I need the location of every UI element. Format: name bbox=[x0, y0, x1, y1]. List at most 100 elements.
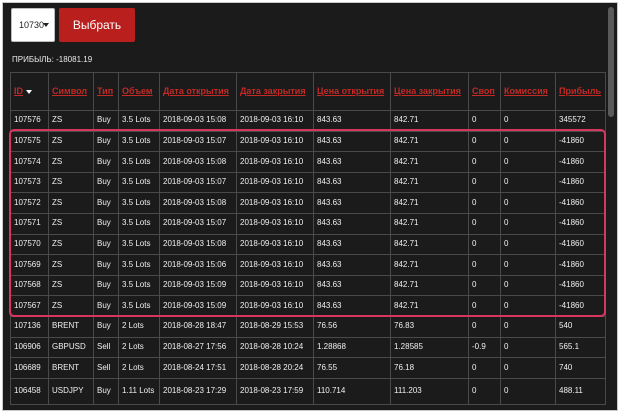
cell-id: 106689 bbox=[10, 357, 49, 379]
cell-id: 107574 bbox=[10, 151, 49, 173]
cell-id: 107568 bbox=[10, 274, 49, 297]
cell-swap: 0 bbox=[468, 130, 501, 153]
cell-profit: -41860 bbox=[555, 192, 606, 214]
cell-commission: 0 bbox=[500, 110, 556, 132]
table-row[interactable]: 107569 ZS Buy 3.5 Lots 2018-09-03 15:06 2018-… bbox=[10, 254, 606, 276]
column-header-swap[interactable]: Своп bbox=[468, 72, 501, 111]
table-row[interactable]: 107567 ZS Buy 3.5 Lots 2018-09-03 15:09 2018-… bbox=[10, 295, 606, 317]
column-header-label: ID bbox=[14, 86, 23, 97]
cell-profit: -41860 bbox=[555, 254, 606, 276]
cell-open-date: 2018-08-24 17:51 bbox=[159, 357, 237, 379]
table-row[interactable]: 106689 BRENT Sell 2 Lots 2018-08-24 17:51 201… bbox=[10, 357, 606, 379]
cell-id: 107567 bbox=[10, 295, 49, 317]
cell-open-price: 843.63 bbox=[313, 233, 391, 256]
table-row[interactable]: 107573 ZS Buy 3.5 Lots 2018-09-03 15:07 2018-… bbox=[10, 171, 606, 194]
table-row[interactable]: 107568 ZS Buy 3.5 Lots 2018-09-03 15:09 2018-… bbox=[10, 274, 606, 297]
table-row[interactable]: 106906 GBPUSD Sell 2 Lots 2018-08-27 17:56 20… bbox=[10, 336, 606, 359]
header-row: ID Символ Тип Объем Дата открытия Дата закрыт… bbox=[10, 72, 606, 111]
table-row[interactable]: 107571 ZS Buy 3.5 Lots 2018-09-03 15:07 2018-… bbox=[10, 212, 606, 235]
cell-commission: 0 bbox=[500, 130, 556, 153]
table-row[interactable]: 107572 ZS Buy 3.5 Lots 2018-09-03 15:08 2018-… bbox=[10, 192, 606, 214]
cell-commission: 0 bbox=[500, 171, 556, 194]
column-header-close-price[interactable]: Цена закрытия bbox=[390, 72, 469, 111]
cell-symbol: ZS bbox=[48, 130, 94, 153]
cell-open-price: 76.55 bbox=[313, 357, 391, 379]
cell-profit: -41860 bbox=[555, 274, 606, 297]
cell-commission: 0 bbox=[500, 151, 556, 173]
cell-close-price: 842.71 bbox=[390, 295, 469, 317]
cell-close-price: 842.71 bbox=[390, 110, 469, 132]
cell-open-date: 2018-08-28 18:47 bbox=[159, 315, 237, 338]
column-header-open-price[interactable]: Цена открытия bbox=[313, 72, 391, 111]
column-header-commission[interactable]: Комиссия bbox=[500, 72, 556, 111]
column-header-label: Дата открытия bbox=[163, 86, 229, 97]
cell-open-price: 843.63 bbox=[313, 151, 391, 173]
column-header-label: Прибыль bbox=[559, 86, 601, 97]
cell-close-date: 2018-09-03 16:10 bbox=[236, 274, 314, 297]
cell-symbol: ZS bbox=[48, 110, 94, 132]
column-header-symbol[interactable]: Символ bbox=[48, 72, 94, 111]
cell-close-date: 2018-08-23 17:59 bbox=[236, 377, 314, 405]
cell-id: 107575 bbox=[10, 130, 49, 153]
table-row[interactable]: 106458 USDJPY Buy 1.11 Lots 2018-08-23 17:29… bbox=[10, 377, 606, 405]
cell-profit: -41860 bbox=[555, 233, 606, 256]
cell-commission: 0 bbox=[500, 377, 556, 405]
column-header-profit[interactable]: Прибыль bbox=[555, 72, 606, 111]
cell-swap: 0 bbox=[468, 254, 501, 276]
cell-close-price: 76.18 bbox=[390, 357, 469, 379]
cell-open-price: 843.63 bbox=[313, 212, 391, 235]
table-row[interactable]: 107575 ZS Buy 3.5 Lots 2018-09-03 15:07 2018-… bbox=[10, 130, 606, 153]
cell-close-date: 2018-09-03 16:10 bbox=[236, 130, 314, 153]
column-header-label: Тип bbox=[97, 86, 114, 97]
cell-volume: 3.5 Lots bbox=[118, 151, 160, 173]
cell-volume: 3.5 Lots bbox=[118, 274, 160, 297]
cell-volume: 3.5 Lots bbox=[118, 212, 160, 235]
cell-swap: 0 bbox=[468, 357, 501, 379]
cell-profit: 345572 bbox=[555, 110, 606, 132]
table-row[interactable]: 107576 ZS Buy 3.5 Lots 2018-09-03 15:08 2018-… bbox=[10, 110, 606, 132]
cell-close-price: 842.71 bbox=[390, 151, 469, 173]
select-button[interactable]: Выбрать bbox=[59, 8, 135, 42]
column-header-type[interactable]: Тип bbox=[93, 72, 119, 111]
table-row[interactable]: 107136 BRENT Buy 2 Lots 2018-08-28 18:47 2018… bbox=[10, 315, 606, 338]
cell-swap: 0 bbox=[468, 274, 501, 297]
cell-id: 107573 bbox=[10, 171, 49, 194]
table-row[interactable]: 107574 ZS Buy 3.5 Lots 2018-09-03 15:08 2018-… bbox=[10, 151, 606, 173]
cell-type: Buy bbox=[93, 315, 119, 338]
column-header-id[interactable]: ID bbox=[10, 72, 49, 111]
cell-id: 107576 bbox=[10, 110, 49, 132]
cell-profit: 740 bbox=[555, 357, 606, 379]
cell-volume: 3.5 Lots bbox=[118, 110, 160, 132]
column-header-volume[interactable]: Объем bbox=[118, 72, 160, 111]
cell-type: Buy bbox=[93, 274, 119, 297]
cell-volume: 3.5 Lots bbox=[118, 295, 160, 317]
cell-id: 106458 bbox=[10, 377, 49, 405]
trades-table: ID Символ Тип Объем Дата открытия Дата закрыт… bbox=[10, 72, 606, 405]
cell-swap: 0 bbox=[468, 212, 501, 235]
cell-id: 107570 bbox=[10, 233, 49, 256]
scrollbar-thumb[interactable] bbox=[608, 7, 614, 117]
cell-symbol: ZS bbox=[48, 274, 94, 297]
cell-open-price: 843.63 bbox=[313, 295, 391, 317]
account-select[interactable]: 10730 bbox=[11, 8, 55, 42]
cell-commission: 0 bbox=[500, 357, 556, 379]
cell-id: 106906 bbox=[10, 336, 49, 359]
cell-open-date: 2018-09-03 15:07 bbox=[159, 171, 237, 194]
cell-close-date: 2018-09-03 16:10 bbox=[236, 233, 314, 256]
vertical-scrollbar[interactable] bbox=[606, 3, 616, 410]
cell-type: Buy bbox=[93, 110, 119, 132]
cell-swap: 0 bbox=[468, 233, 501, 256]
table-row[interactable]: 107570 ZS Buy 3.5 Lots 2018-09-03 15:08 2018-… bbox=[10, 233, 606, 256]
cell-commission: 0 bbox=[500, 192, 556, 214]
chevron-down-icon bbox=[43, 23, 49, 27]
cell-profit: -41860 bbox=[555, 295, 606, 317]
column-header-close-date[interactable]: Дата закрытия bbox=[236, 72, 314, 111]
cell-volume: 2 Lots bbox=[118, 357, 160, 379]
column-header-label: Своп bbox=[472, 86, 495, 97]
cell-symbol: ZS bbox=[48, 171, 94, 194]
cell-volume: 1.11 Lots bbox=[118, 377, 160, 405]
cell-profit: 488.11 bbox=[555, 377, 606, 405]
cell-open-date: 2018-09-03 15:09 bbox=[159, 274, 237, 297]
cell-volume: 3.5 Lots bbox=[118, 130, 160, 153]
column-header-open-date[interactable]: Дата открытия bbox=[159, 72, 237, 111]
